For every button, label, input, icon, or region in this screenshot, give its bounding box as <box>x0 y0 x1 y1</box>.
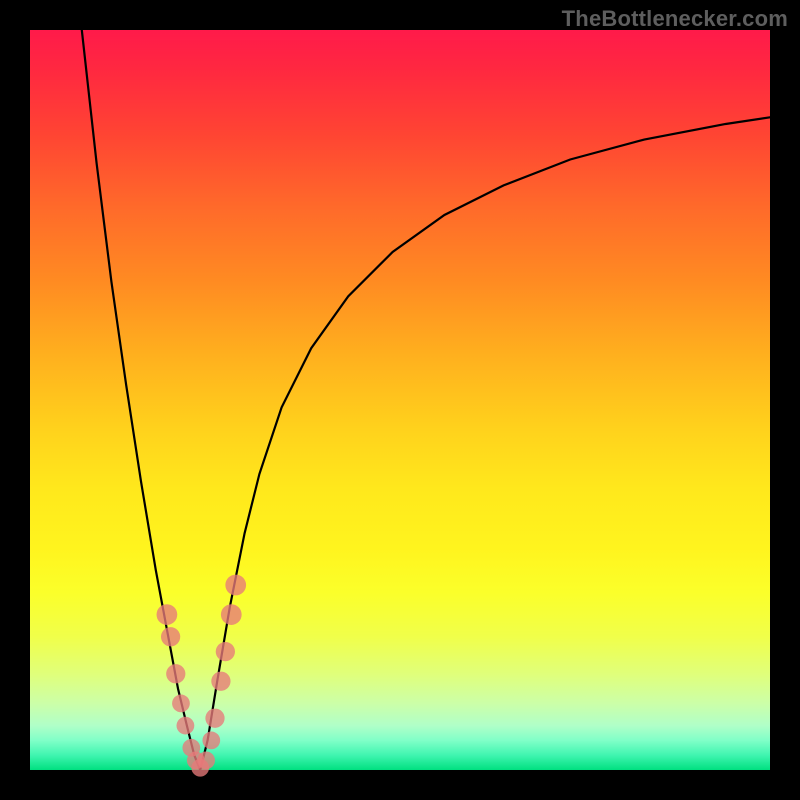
data-marker <box>177 717 195 735</box>
data-marker <box>211 672 230 691</box>
data-marker <box>197 752 215 770</box>
data-marker <box>216 642 235 661</box>
curve-layer <box>30 30 770 770</box>
chart-frame: TheBottlenecker.com <box>0 0 800 800</box>
data-marker <box>202 732 220 750</box>
data-marker <box>225 575 246 596</box>
curve-path <box>200 117 770 770</box>
curve-right-branch <box>200 117 770 770</box>
data-marker <box>205 709 224 728</box>
watermark-text: TheBottlenecker.com <box>562 6 788 32</box>
plot-area <box>30 30 770 770</box>
data-marker <box>161 627 180 646</box>
data-marker <box>172 695 190 713</box>
data-marker <box>221 604 242 625</box>
curve-path <box>82 30 200 770</box>
data-marker <box>166 664 185 683</box>
curve-left-branch <box>82 30 200 770</box>
data-marker <box>157 604 178 625</box>
marker-cluster <box>157 575 247 777</box>
